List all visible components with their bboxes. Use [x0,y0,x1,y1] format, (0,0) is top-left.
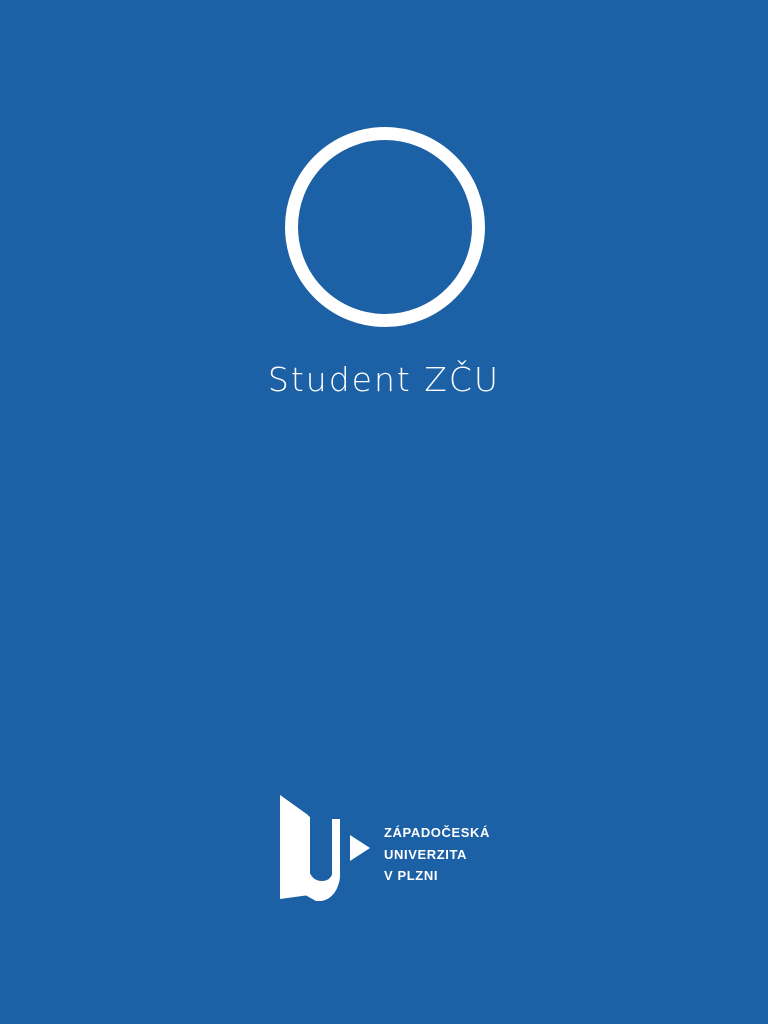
university-logo: ZÁPADOČESKÁ UNIVERZITA V PLZNI [280,795,500,901]
wordmark-line-2: UNIVERZITA [384,846,468,862]
splash-screen: Student ZČU ZÁPADOČESKÁ UNIVERZITA V PLZ… [0,0,768,1024]
wordmark-line-1: ZÁPADOČESKÁ [384,825,491,840]
zcu-logo-mark-icon [280,795,370,901]
wordmark-line-3: V PLZNI [384,868,439,883]
app-name: Student ZČU [267,360,501,399]
university-wordmark: ZÁPADOČESKÁ UNIVERZITA V PLZNI [384,822,490,887]
ring-icon [285,127,485,327]
